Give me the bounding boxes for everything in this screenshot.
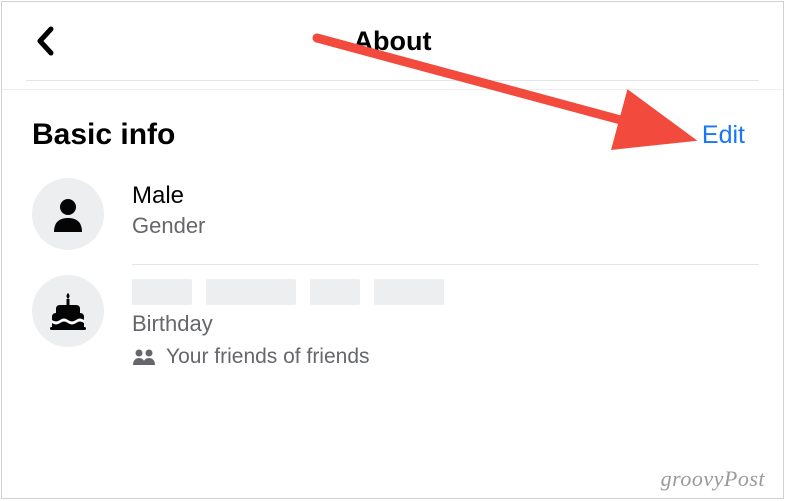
birthday-value-redacted [132, 279, 759, 305]
gender-icon-container [32, 178, 104, 250]
about-screen: About Basic info Edit Male Gender [1, 1, 784, 499]
birthday-row: Birthday Your friends of friends [32, 265, 759, 383]
birthday-content: Birthday Your friends of friends [132, 275, 759, 369]
gender-row: Male Gender [32, 168, 759, 264]
section-header: Basic info Edit [2, 90, 783, 156]
page-title: About [354, 26, 432, 57]
info-list: Male Gender [2, 156, 783, 383]
watermark: groovyPost [661, 466, 765, 492]
audience-label: Your friends of friends [166, 345, 370, 369]
section-title: Basic info [32, 118, 175, 152]
person-icon [48, 194, 88, 234]
edit-button[interactable]: Edit [702, 121, 759, 150]
birthday-label: Birthday [132, 311, 759, 337]
birthday-icon-container [32, 275, 104, 347]
gender-value: Male [132, 182, 759, 211]
friends-of-friends-icon [132, 348, 156, 366]
back-button[interactable] [26, 21, 66, 61]
audience-row[interactable]: Your friends of friends [132, 345, 759, 369]
gender-label: Gender [132, 213, 759, 239]
header-bar: About [2, 2, 783, 80]
gender-content: Male Gender [132, 178, 759, 239]
chevron-left-icon [36, 26, 56, 56]
cake-icon [46, 289, 90, 333]
header-divider [26, 80, 759, 81]
